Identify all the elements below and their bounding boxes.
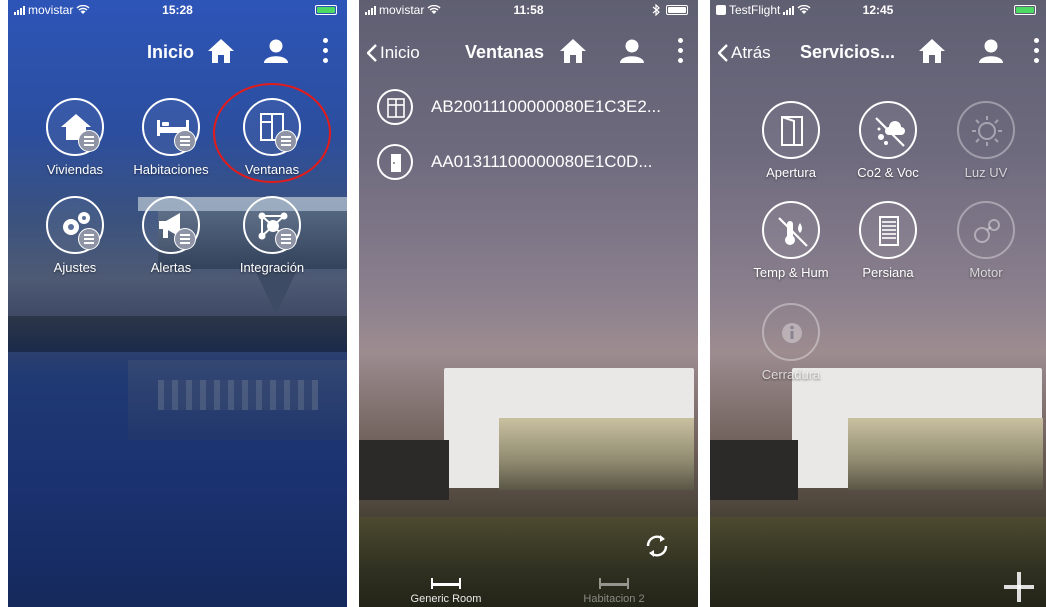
- tile-viviendas[interactable]: Viviendas: [25, 98, 125, 177]
- back-label: Inicio: [380, 43, 420, 62]
- screen-inicio: movistar 15:28 Inicio Viviendas Habitaci…: [8, 0, 347, 607]
- air-quality-icon: [875, 117, 905, 147]
- more-vertical-icon[interactable]: [678, 38, 684, 63]
- tile-label: Apertura: [766, 165, 816, 180]
- user-icon[interactable]: [619, 38, 645, 64]
- tile-label: Ajustes: [53, 260, 97, 275]
- background-shore: [8, 316, 347, 352]
- status-time: 15:28: [162, 3, 193, 17]
- refresh-icon[interactable]: [643, 532, 671, 560]
- motor-icon: [974, 219, 1000, 243]
- user-icon[interactable]: [978, 38, 1004, 64]
- tile-label: Cerradura: [761, 367, 821, 382]
- tile-label: Luz UV: [964, 165, 1008, 180]
- tile-label: Co2 & Voc: [857, 165, 919, 180]
- tile-label: Habitaciones: [133, 162, 209, 177]
- device-list-item[interactable]: AB20011100000080E1C3E2...: [377, 89, 661, 125]
- chevron-left-icon: [367, 44, 377, 62]
- list-badge-icon: [78, 130, 100, 152]
- device-label: AB20011100000080E1C3E2...: [431, 97, 662, 116]
- tile-luz-uv[interactable]: Luz UV: [936, 101, 1036, 180]
- background-lawn: [710, 517, 1046, 607]
- status-bar: movistar 11:58: [359, 0, 698, 20]
- device-list-item[interactable]: AA01311100000080E1C0D...: [377, 144, 653, 180]
- status-time: 11:58: [513, 3, 544, 17]
- background-house-window: [848, 418, 1043, 490]
- bottom-tab-room[interactable]: Habitacion 2: [554, 576, 674, 605]
- home-icon[interactable]: [559, 38, 587, 64]
- background-house-lower: [359, 440, 449, 500]
- tile-temp-hum[interactable]: Temp & Hum: [741, 201, 841, 280]
- tile-co2-voc[interactable]: Co2 & Voc: [838, 101, 938, 180]
- sun-icon: [972, 116, 1002, 146]
- thermometer-icon: [778, 217, 808, 247]
- window-icon: [387, 98, 405, 118]
- bottom-tab-label: Generic Room: [410, 593, 482, 605]
- more-vertical-icon[interactable]: [1034, 38, 1040, 63]
- highlight-circle: [213, 83, 331, 183]
- info-icon: [782, 323, 802, 343]
- battery-icon: [666, 5, 688, 15]
- background-reflection-lights: [158, 380, 318, 410]
- battery-icon: [315, 5, 337, 15]
- home-icon[interactable]: [207, 38, 235, 64]
- blind-icon: [879, 216, 899, 246]
- tile-motor[interactable]: Motor: [936, 201, 1036, 280]
- tile-label: Alertas: [150, 260, 192, 275]
- tile-label: Integración: [239, 260, 305, 275]
- tile-apertura[interactable]: Apertura: [741, 101, 841, 180]
- page-title: Inicio: [147, 42, 195, 62]
- background-house-lower: [710, 440, 798, 500]
- tile-integracion[interactable]: Integración: [222, 196, 322, 275]
- tile-alertas[interactable]: Alertas: [121, 196, 221, 275]
- list-badge-icon: [174, 130, 196, 152]
- page-title: Ventanas: [465, 42, 545, 62]
- tile-label: Temp & Hum: [753, 265, 829, 280]
- list-badge-icon: [275, 228, 297, 250]
- more-vertical-icon[interactable]: [323, 38, 329, 63]
- tile-label: Persiana: [862, 265, 914, 280]
- status-time: 12:45: [862, 3, 894, 17]
- device-label: AA01311100000080E1C0D...: [431, 152, 653, 171]
- battery-icon: [1014, 5, 1036, 15]
- user-icon[interactable]: [263, 38, 289, 64]
- tile-persiana[interactable]: Persiana: [838, 201, 938, 280]
- bed-icon: [599, 578, 629, 589]
- chevron-left-icon: [718, 44, 728, 62]
- bluetooth-icon: [652, 4, 660, 16]
- page-title: Servicios...: [800, 42, 896, 62]
- tile-ajustes[interactable]: Ajustes: [25, 196, 125, 275]
- tile-cerradura[interactable]: Cerradura: [741, 303, 841, 382]
- list-badge-icon: [78, 228, 100, 250]
- back-button[interactable]: Inicio: [367, 43, 420, 63]
- screen-ventanas: movistar 11:58 Inicio Ventanas AB2001110…: [359, 0, 698, 607]
- bottom-tab-room[interactable]: Generic Room: [386, 576, 506, 605]
- list-badge-icon: [174, 228, 196, 250]
- background-house-window: [499, 418, 694, 490]
- home-icon[interactable]: [918, 38, 946, 64]
- status-bar: movistar 15:28: [8, 0, 347, 20]
- bed-icon: [431, 578, 461, 589]
- nav-bar: Atrás Servicios...: [710, 28, 1046, 78]
- add-icon[interactable]: [1002, 570, 1036, 604]
- bottom-tab-label: Habitacion 2: [583, 593, 645, 605]
- tile-label: Motor: [969, 265, 1003, 280]
- nav-bar: Inicio: [8, 28, 347, 78]
- back-label: Atrás: [731, 43, 771, 62]
- tile-habitaciones[interactable]: Habitaciones: [121, 98, 221, 177]
- nav-bar: Inicio Ventanas: [359, 28, 698, 78]
- door-icon: [391, 154, 401, 172]
- back-button[interactable]: Atrás: [718, 43, 771, 63]
- door-open-icon: [781, 116, 803, 146]
- status-bar: TestFlight 12:45: [710, 0, 1046, 20]
- tile-label: Viviendas: [46, 162, 104, 177]
- screen-servicios: TestFlight 12:45 Atrás Servicios... Aper…: [710, 0, 1046, 607]
